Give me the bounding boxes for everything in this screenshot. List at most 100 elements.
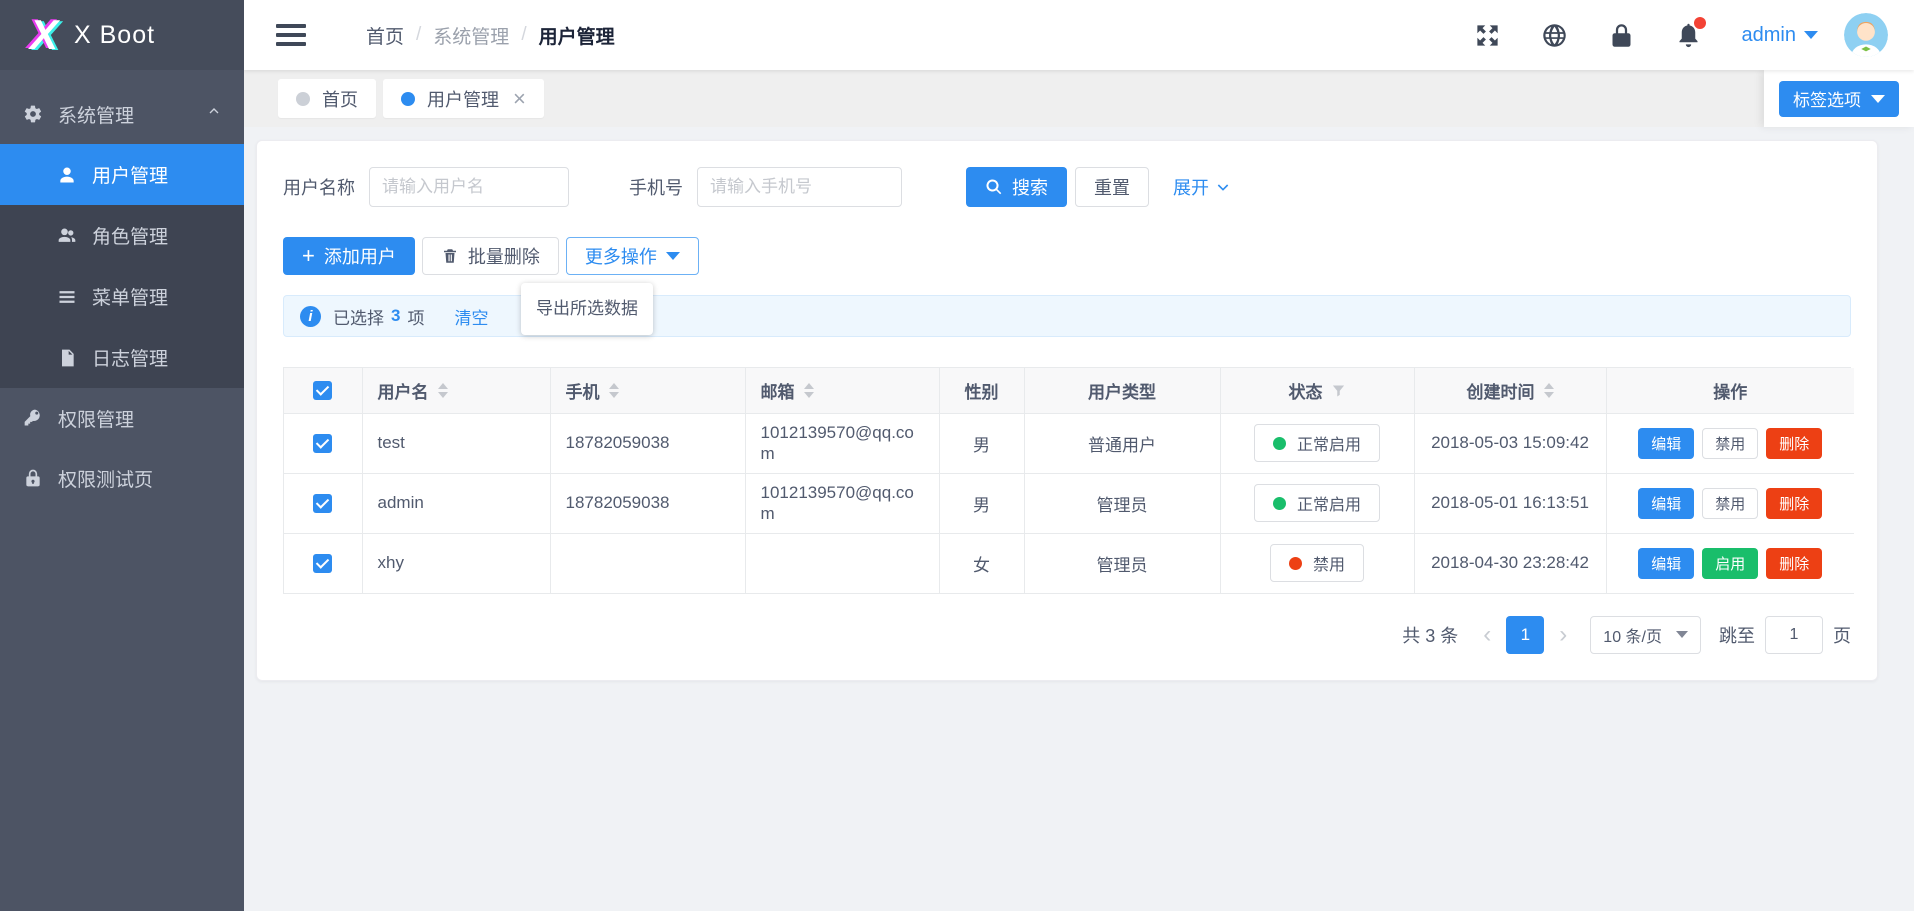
- sidebar-item-user-management[interactable]: 用户管理: [0, 144, 244, 205]
- sort-desc-icon: [1544, 392, 1554, 398]
- sidebar-item-permission-test-page[interactable]: 权限测试页: [0, 448, 244, 508]
- avatar[interactable]: [1844, 13, 1888, 57]
- column-label: 手机: [566, 378, 600, 403]
- page-1-button[interactable]: 1: [1506, 616, 1544, 654]
- delete-button[interactable]: 删除: [1766, 428, 1822, 459]
- sort-desc-icon: [804, 392, 814, 398]
- logo-x-icon: X: [30, 14, 58, 56]
- users-icon: [56, 226, 78, 246]
- row-checkbox[interactable]: [313, 434, 332, 453]
- search-button-label: 搜索: [1012, 174, 1048, 200]
- column-header-inner-username: 用户名: [378, 378, 535, 403]
- jump-page-input[interactable]: [1765, 616, 1823, 654]
- enable-button[interactable]: 启用: [1702, 548, 1758, 579]
- reset-button[interactable]: 重置: [1075, 167, 1149, 207]
- users-table-wrap: 用户名手机邮箱性别用户类型状态创建时间操作 test18782059038101…: [283, 367, 1851, 594]
- tag-options-button[interactable]: 标签选项: [1779, 81, 1899, 117]
- close-icon[interactable]: ×: [513, 88, 526, 110]
- select-all-checkbox[interactable]: [313, 381, 332, 400]
- tab-dot: [296, 92, 310, 106]
- user-icon: [56, 165, 78, 185]
- sort-toggle[interactable]: [609, 383, 619, 398]
- edit-button[interactable]: 编辑: [1638, 548, 1694, 579]
- sidebar-item-system-management[interactable]: 系统管理: [0, 84, 244, 144]
- expand-link-label: 展开: [1173, 174, 1209, 200]
- disable-button[interactable]: 禁用: [1702, 428, 1758, 459]
- submenu-system-management: 用户管理角色管理菜单管理日志管理: [0, 144, 244, 388]
- add-user-button[interactable]: + 添加用户: [283, 237, 415, 275]
- dropdown-item-export-selected[interactable]: 导出所选数据: [521, 289, 653, 329]
- cell-actions: 编辑禁用删除: [1606, 473, 1854, 533]
- row-checkbox[interactable]: [313, 494, 332, 513]
- bell-icon[interactable]: [1675, 22, 1702, 49]
- app-logo[interactable]: X X Boot: [0, 0, 244, 70]
- sort-desc-icon: [438, 392, 448, 398]
- info-icon: i: [300, 306, 321, 327]
- next-page-button[interactable]: ›: [1550, 623, 1576, 647]
- toolbar: + 添加用户 批量删除 更多操作 导出所选数据: [283, 237, 1851, 275]
- prev-page-button[interactable]: ‹: [1474, 623, 1500, 647]
- sidebar-item-log-management[interactable]: 日志管理: [0, 327, 244, 388]
- column-header-mobile: 手机: [550, 368, 745, 413]
- filter-icon[interactable]: [1331, 383, 1346, 398]
- column-label: 邮箱: [761, 378, 795, 403]
- sort-toggle[interactable]: [438, 383, 448, 398]
- column-header-gender: 性别: [939, 368, 1024, 413]
- cell-gender: 男: [939, 473, 1024, 533]
- sort-toggle[interactable]: [1544, 383, 1554, 398]
- status-badge: 正常启用: [1254, 424, 1380, 462]
- table-row-test: test187820590381012139570@qq.com男普通用户正常启…: [284, 413, 1854, 473]
- globe-icon[interactable]: [1541, 22, 1568, 49]
- sidebar-item-label: 系统管理: [58, 101, 134, 128]
- lock-icon: [22, 468, 44, 488]
- chevron-down-icon: [1676, 631, 1688, 638]
- breadcrumb-item[interactable]: 系统管理: [433, 22, 509, 49]
- page-size-select[interactable]: 10 条/页: [1590, 616, 1701, 654]
- gear-icon: [22, 104, 44, 124]
- mobile-search-input[interactable]: [697, 167, 902, 207]
- sidebar-item-label: 权限测试页: [58, 465, 153, 492]
- user-dropdown[interactable]: admin: [1742, 24, 1818, 47]
- expand-link[interactable]: 展开: [1173, 174, 1231, 200]
- edit-button[interactable]: 编辑: [1638, 488, 1694, 519]
- username: admin: [1742, 24, 1796, 47]
- clear-selection-link[interactable]: 清空: [454, 304, 488, 329]
- batch-delete-button[interactable]: 批量删除: [422, 237, 559, 275]
- lock-icon[interactable]: [1608, 22, 1635, 49]
- page-unit-label: 页: [1833, 622, 1851, 648]
- delete-button[interactable]: 删除: [1766, 488, 1822, 519]
- tab-user-management[interactable]: 用户管理×: [383, 79, 544, 118]
- table-header-row: 用户名手机邮箱性别用户类型状态创建时间操作: [284, 368, 1854, 413]
- username-field-label: 用户名称: [283, 174, 355, 200]
- more-actions-button[interactable]: 更多操作: [566, 237, 699, 275]
- sidebar-item-menu-management[interactable]: 菜单管理: [0, 266, 244, 327]
- disable-button[interactable]: 禁用: [1702, 488, 1758, 519]
- breadcrumb-item[interactable]: 首页: [366, 22, 404, 49]
- edit-button[interactable]: 编辑: [1638, 428, 1694, 459]
- column-header-inner-actions: 操作: [1622, 378, 1840, 403]
- sidebar-item-role-management[interactable]: 角色管理: [0, 205, 244, 266]
- column-label: 用户类型: [1088, 378, 1156, 403]
- cell-user-type: 普通用户: [1024, 413, 1220, 473]
- tab-options-panel: 标签选项: [1764, 70, 1914, 127]
- add-user-label: 添加用户: [324, 243, 396, 269]
- tab-dot: [401, 92, 415, 106]
- cell-created: 2018-05-03 15:09:42: [1414, 413, 1606, 473]
- notification-dot: [1694, 17, 1706, 29]
- logo-title: X Boot: [74, 21, 155, 50]
- sidebar-item-permission-management[interactable]: 权限管理: [0, 388, 244, 448]
- open-tabs: 首页用户管理×: [278, 79, 551, 118]
- search-button[interactable]: 搜索: [966, 167, 1067, 207]
- fullscreen-icon[interactable]: [1474, 22, 1501, 49]
- tag-options-label: 标签选项: [1793, 86, 1861, 111]
- column-label: 用户名: [378, 378, 429, 403]
- cell-status: 正常启用: [1220, 413, 1414, 473]
- sort-toggle[interactable]: [804, 383, 814, 398]
- username-search-input[interactable]: [369, 167, 569, 207]
- column-label: 性别: [965, 378, 999, 403]
- hamburger-menu-icon[interactable]: [276, 24, 306, 46]
- cell-username: admin: [362, 473, 550, 533]
- delete-button[interactable]: 删除: [1766, 548, 1822, 579]
- row-checkbox[interactable]: [313, 554, 332, 573]
- tab-home[interactable]: 首页: [278, 79, 376, 118]
